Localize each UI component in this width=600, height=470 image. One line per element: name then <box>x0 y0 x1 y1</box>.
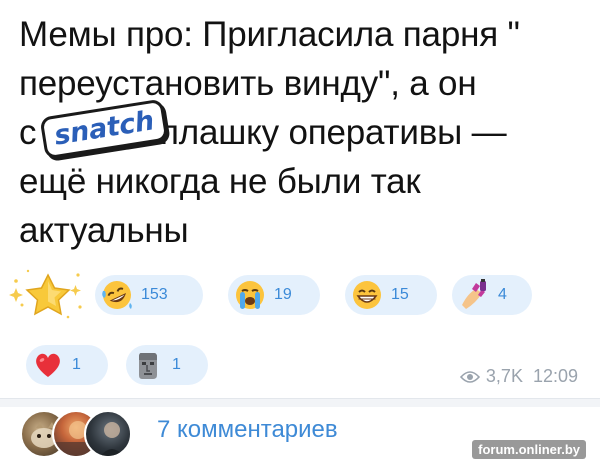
avatar <box>84 410 132 458</box>
comments-link[interactable]: 7 комментариев <box>157 416 338 444</box>
message-card: Мемы про: Пригласила парня " переустанов… <box>0 0 600 470</box>
reaction-cry[interactable]: 19 <box>228 275 320 315</box>
nail-polish-icon <box>458 279 490 311</box>
grinning-face-icon <box>351 279 383 311</box>
post-line-2: переустановить винду", а он <box>19 64 477 103</box>
post-text: Мемы про: Пригласила парня " переустанов… <box>19 10 591 255</box>
reaction-laugh-count: 153 <box>141 286 168 303</box>
commenter-avatars <box>20 410 140 460</box>
post-line-3-end: л плашку оперативы — <box>130 113 507 152</box>
reaction-nails-count: 4 <box>498 286 507 303</box>
views-count: 3,7K <box>485 366 523 386</box>
post-line-1: Мемы про: Пригласила парня " <box>19 15 520 54</box>
reaction-heart[interactable]: 1 <box>26 345 108 385</box>
post-line-3: с snatch л плашку оперативы — <box>19 98 591 160</box>
reaction-cry-count: 19 <box>274 286 292 303</box>
post-line-4: ещё никогда не были так <box>19 162 421 201</box>
moai-icon <box>132 349 164 381</box>
reaction-moai[interactable]: 1 <box>126 345 208 385</box>
forum-watermark: forum.onliner.by <box>472 440 586 459</box>
reaction-star[interactable] <box>8 263 88 323</box>
reaction-heart-count: 1 <box>72 356 81 373</box>
loudly-crying-face-icon <box>234 279 266 311</box>
reaction-moai-count: 1 <box>172 356 181 373</box>
reaction-grin[interactable]: 15 <box>345 275 437 315</box>
snatch-sticker: snatch <box>32 98 170 160</box>
message-time: 12:09 <box>532 366 578 386</box>
star-sparkle-icon <box>9 269 82 319</box>
message-meta: 3,7K 12:09 <box>459 366 578 387</box>
reaction-nails[interactable]: 4 <box>452 275 532 315</box>
reaction-laugh[interactable]: 153 <box>95 275 203 315</box>
red-heart-icon <box>32 349 64 381</box>
views-eye-icon <box>459 370 480 383</box>
post-line-5: актуальны <box>19 211 189 250</box>
reaction-grin-count: 15 <box>391 286 409 303</box>
comments-bar[interactable]: 7 комментариев forum.onliner.by <box>0 406 600 470</box>
rolling-laughing-face-icon <box>101 279 133 311</box>
